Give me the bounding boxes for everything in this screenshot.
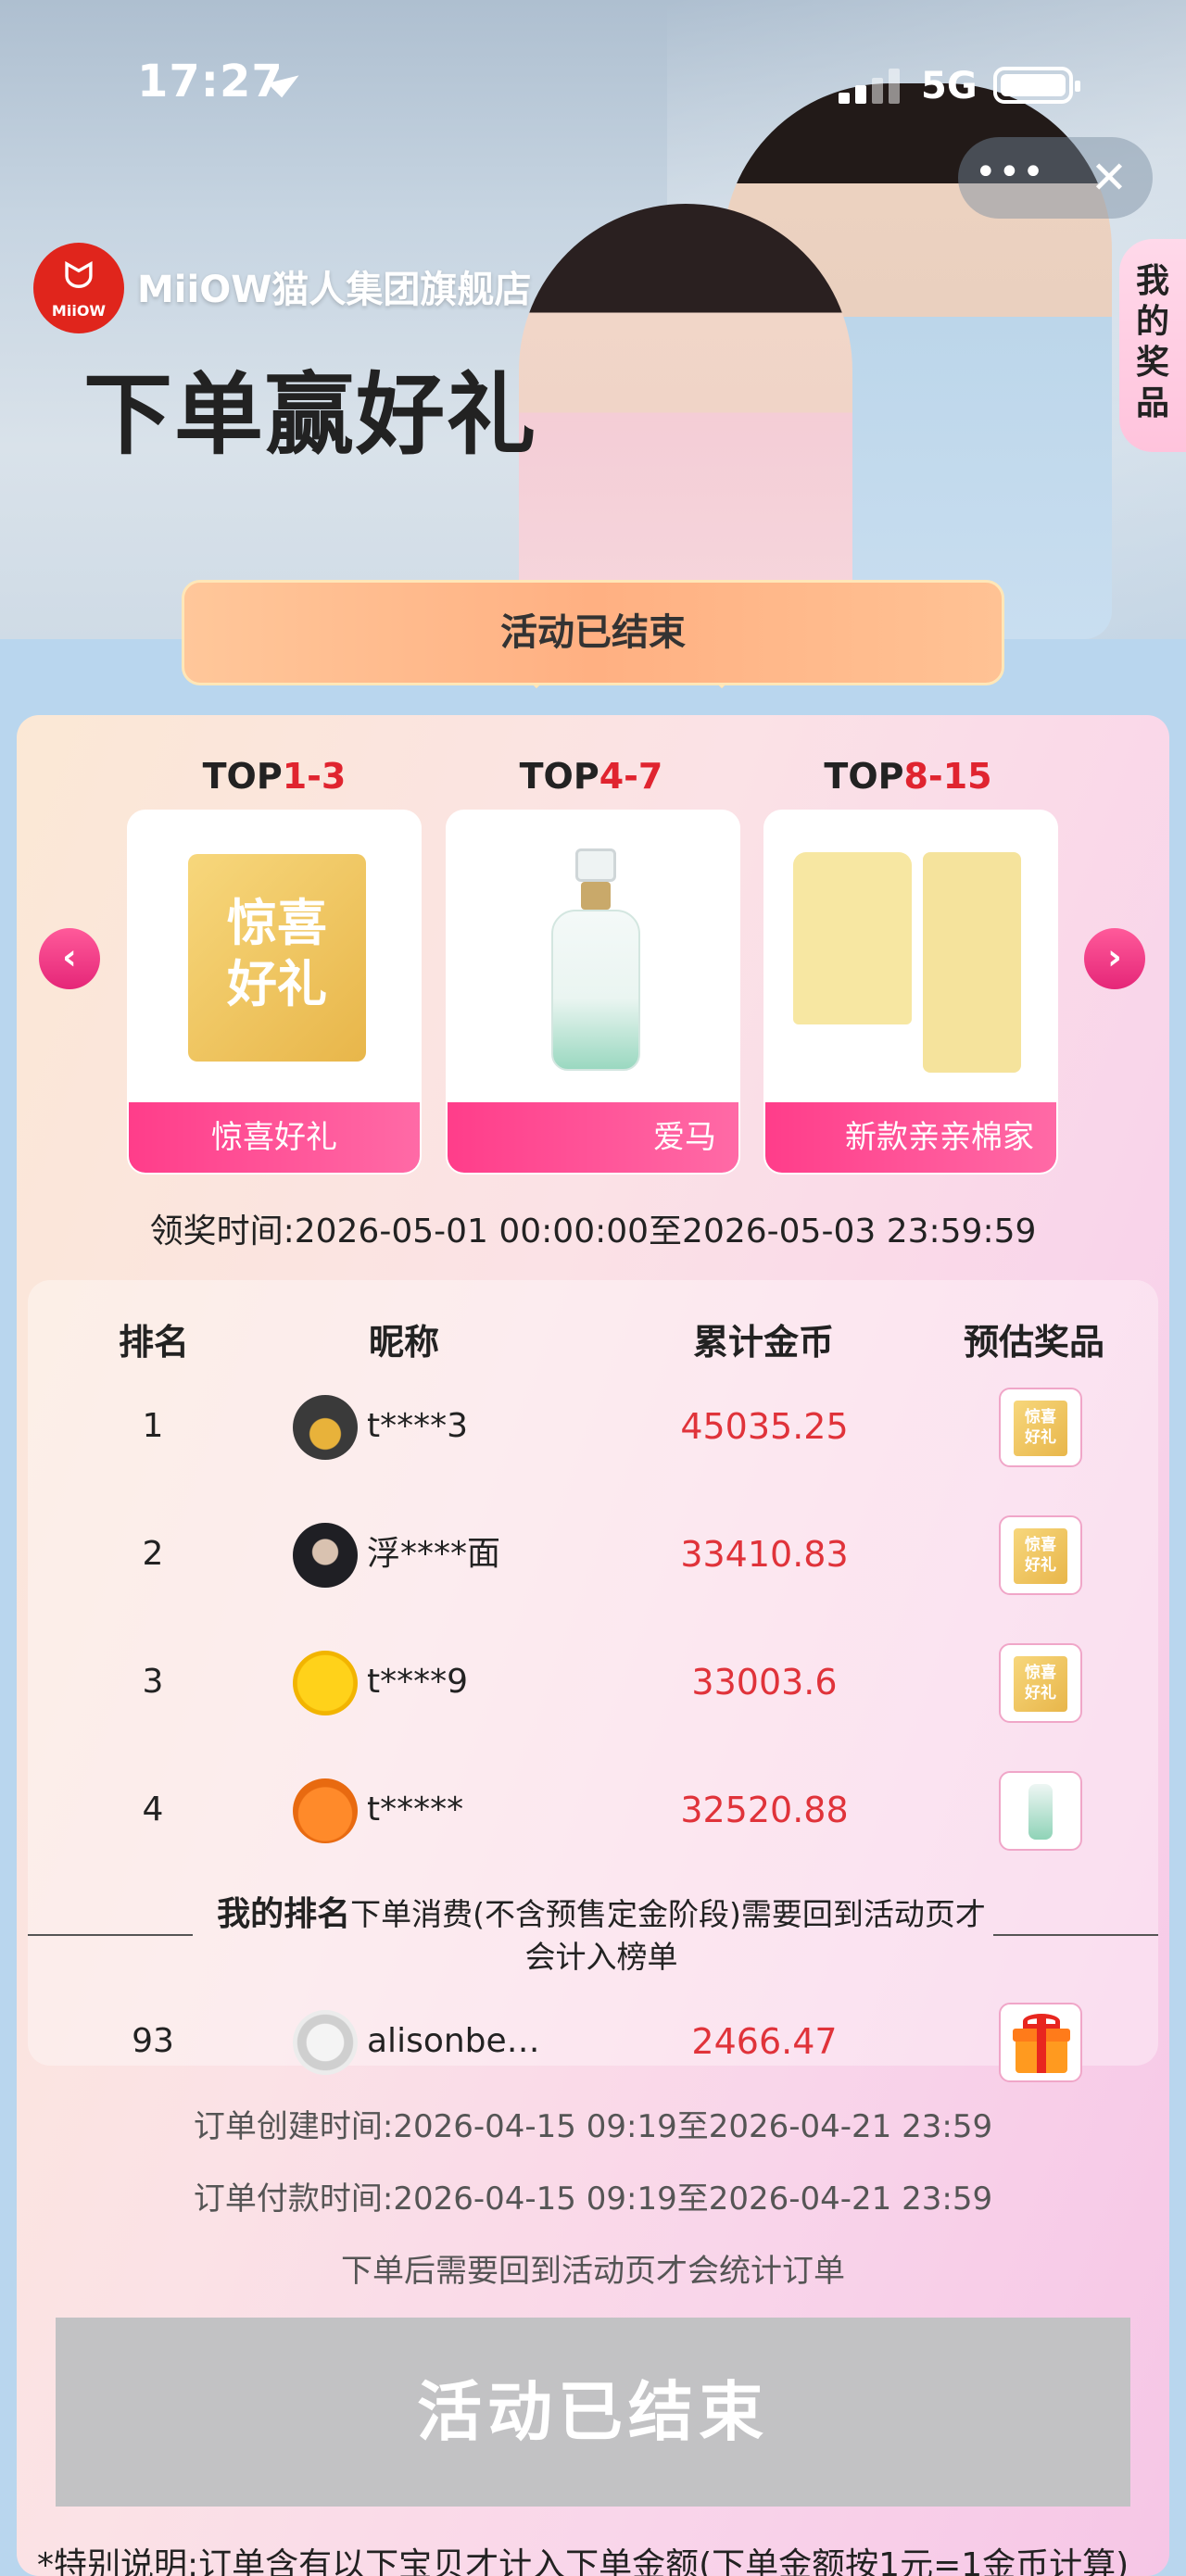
my-ranking-row: 93 alisonbe… 2466.47 bbox=[0, 1995, 1186, 2088]
my-rank-note: 下单消费(不含预售定金阶段)需要回到活动页才会计入榜单 bbox=[350, 1896, 986, 1975]
cat-logo-icon: ᗢ bbox=[63, 255, 95, 297]
my-prizes-tab[interactable]: 我的奖品 bbox=[1119, 239, 1186, 452]
claim-time: 领奖时间:2026-05-01 00:00:00至2026-05-03 23:5… bbox=[149, 1213, 1037, 1250]
page-headline: 下单赢好礼 bbox=[83, 363, 537, 467]
voucher-icon: 惊喜好礼 bbox=[1014, 1528, 1067, 1584]
nickname: alisonbe… bbox=[367, 2022, 540, 2060]
rank-number: 2 bbox=[142, 1535, 164, 1573]
ranking-row: 1 t****3 45035.25 惊喜好礼 bbox=[0, 1380, 1186, 1473]
signal-icon bbox=[839, 67, 903, 104]
rank-number: 3 bbox=[142, 1663, 164, 1701]
my-rank-section-title: 我的排名下单消费(不含预售定金阶段)需要回到活动页才会计入榜单 bbox=[208, 1893, 995, 1979]
header-nickname: 昵称 bbox=[369, 1322, 440, 1363]
estimated-prize-thumb: 惊喜好礼 bbox=[999, 1643, 1082, 1723]
avatar bbox=[293, 1778, 358, 1843]
coin-total: 33003.6 bbox=[691, 1662, 838, 1703]
rank-number: 93 bbox=[132, 2022, 174, 2060]
order-paid-time: 订单付款时间:2026-04-15 09:19至2026-04-21 23:59 bbox=[193, 2180, 993, 2218]
coin-total: 33410.83 bbox=[680, 1534, 849, 1575]
divider bbox=[993, 1934, 1158, 1936]
estimated-prize-thumb: 惊喜好礼 bbox=[999, 1388, 1082, 1467]
special-note: *特别说明:订单含有以下宝贝才计入下单金额(下单金额按1元=1金币计算) bbox=[37, 2546, 1129, 2576]
estimated-prize-thumb bbox=[999, 1771, 1082, 1851]
gift-icon bbox=[1013, 2014, 1070, 2073]
rank-number: 4 bbox=[142, 1791, 164, 1828]
estimated-prize-thumb bbox=[999, 2003, 1082, 2082]
nickname: t***** bbox=[367, 1791, 464, 1828]
more-icon[interactable]: ••• bbox=[975, 150, 1045, 206]
ranking-row: 2 浮****面 33410.83 惊喜好礼 bbox=[0, 1508, 1186, 1601]
carousel-prev-button[interactable]: ‹ bbox=[39, 928, 100, 989]
prize-label: 新款亲亲棉家 bbox=[765, 1102, 1056, 1173]
ranking-row: 4 t***** 32520.88 bbox=[0, 1764, 1186, 1856]
header-rank: 排名 bbox=[119, 1322, 190, 1363]
prize-card-top1-3[interactable]: 惊喜好礼 惊喜好礼 bbox=[127, 810, 422, 1175]
header-prize: 预估奖品 bbox=[964, 1322, 1105, 1363]
network-type: 5G bbox=[921, 65, 978, 107]
header-coins: 累计金币 bbox=[693, 1322, 835, 1363]
avatar bbox=[293, 1395, 358, 1460]
perfume-icon bbox=[1028, 1784, 1053, 1840]
tier-title-2: TOP4-7 bbox=[519, 756, 663, 797]
battery-icon bbox=[993, 67, 1080, 104]
my-rank-label: 我的排名 bbox=[217, 1895, 351, 1933]
voucher-icon: 惊喜好礼 bbox=[1014, 1401, 1067, 1456]
nickname: t****3 bbox=[367, 1407, 469, 1445]
activity-ended-button[interactable]: 活动已结束 bbox=[56, 2318, 1130, 2507]
prize-label: 惊喜好礼 bbox=[129, 1102, 420, 1173]
shop-name[interactable]: MiiOW猫人集团旗舰店 bbox=[137, 259, 531, 313]
tier-title-1: TOP1-3 bbox=[202, 756, 347, 797]
activity-status-banner: 活动已结束 bbox=[182, 580, 1004, 685]
coin-total: 45035.25 bbox=[680, 1406, 849, 1447]
brand-logo: ᗢ MiiOW bbox=[33, 243, 124, 333]
status-time: 17:27 bbox=[137, 56, 284, 107]
coin-total: 2466.47 bbox=[691, 2021, 838, 2062]
perfume-image bbox=[551, 848, 640, 1071]
pajama-set-image bbox=[793, 845, 1034, 1076]
voucher-icon: 惊喜好礼 bbox=[1014, 1656, 1067, 1712]
divider bbox=[28, 1934, 193, 1936]
surprise-voucher-image: 惊喜好礼 bbox=[188, 854, 366, 1062]
order-created-time: 订单创建时间:2026-04-15 09:19至2026-04-21 23:59 bbox=[193, 2108, 993, 2145]
prize-label: 爱马 bbox=[448, 1102, 738, 1173]
prize-card-top4-7[interactable]: 爱马 bbox=[446, 810, 740, 1175]
avatar bbox=[293, 1651, 358, 1715]
my-prizes-label: 我的奖品 bbox=[1135, 262, 1169, 422]
coin-total: 32520.88 bbox=[680, 1790, 849, 1830]
prize-card-top8-15[interactable]: 新款亲亲棉家 bbox=[763, 810, 1058, 1175]
avatar bbox=[293, 1523, 358, 1588]
model-woman-photo bbox=[519, 204, 852, 639]
carousel-next-button[interactable]: › bbox=[1084, 928, 1145, 989]
avatar bbox=[293, 2010, 358, 2075]
rank-number: 1 bbox=[142, 1407, 164, 1445]
nickname: 浮****面 bbox=[367, 1535, 501, 1573]
order-note: 下单后需要回到活动页才会统计订单 bbox=[341, 2253, 845, 2290]
ranking-row: 3 t****9 33003.6 惊喜好礼 bbox=[0, 1636, 1186, 1728]
close-icon[interactable]: ✕ bbox=[1077, 148, 1142, 207]
estimated-prize-thumb: 惊喜好礼 bbox=[999, 1515, 1082, 1595]
nickname: t****9 bbox=[367, 1663, 469, 1701]
tier-title-3: TOP8-15 bbox=[824, 756, 992, 797]
